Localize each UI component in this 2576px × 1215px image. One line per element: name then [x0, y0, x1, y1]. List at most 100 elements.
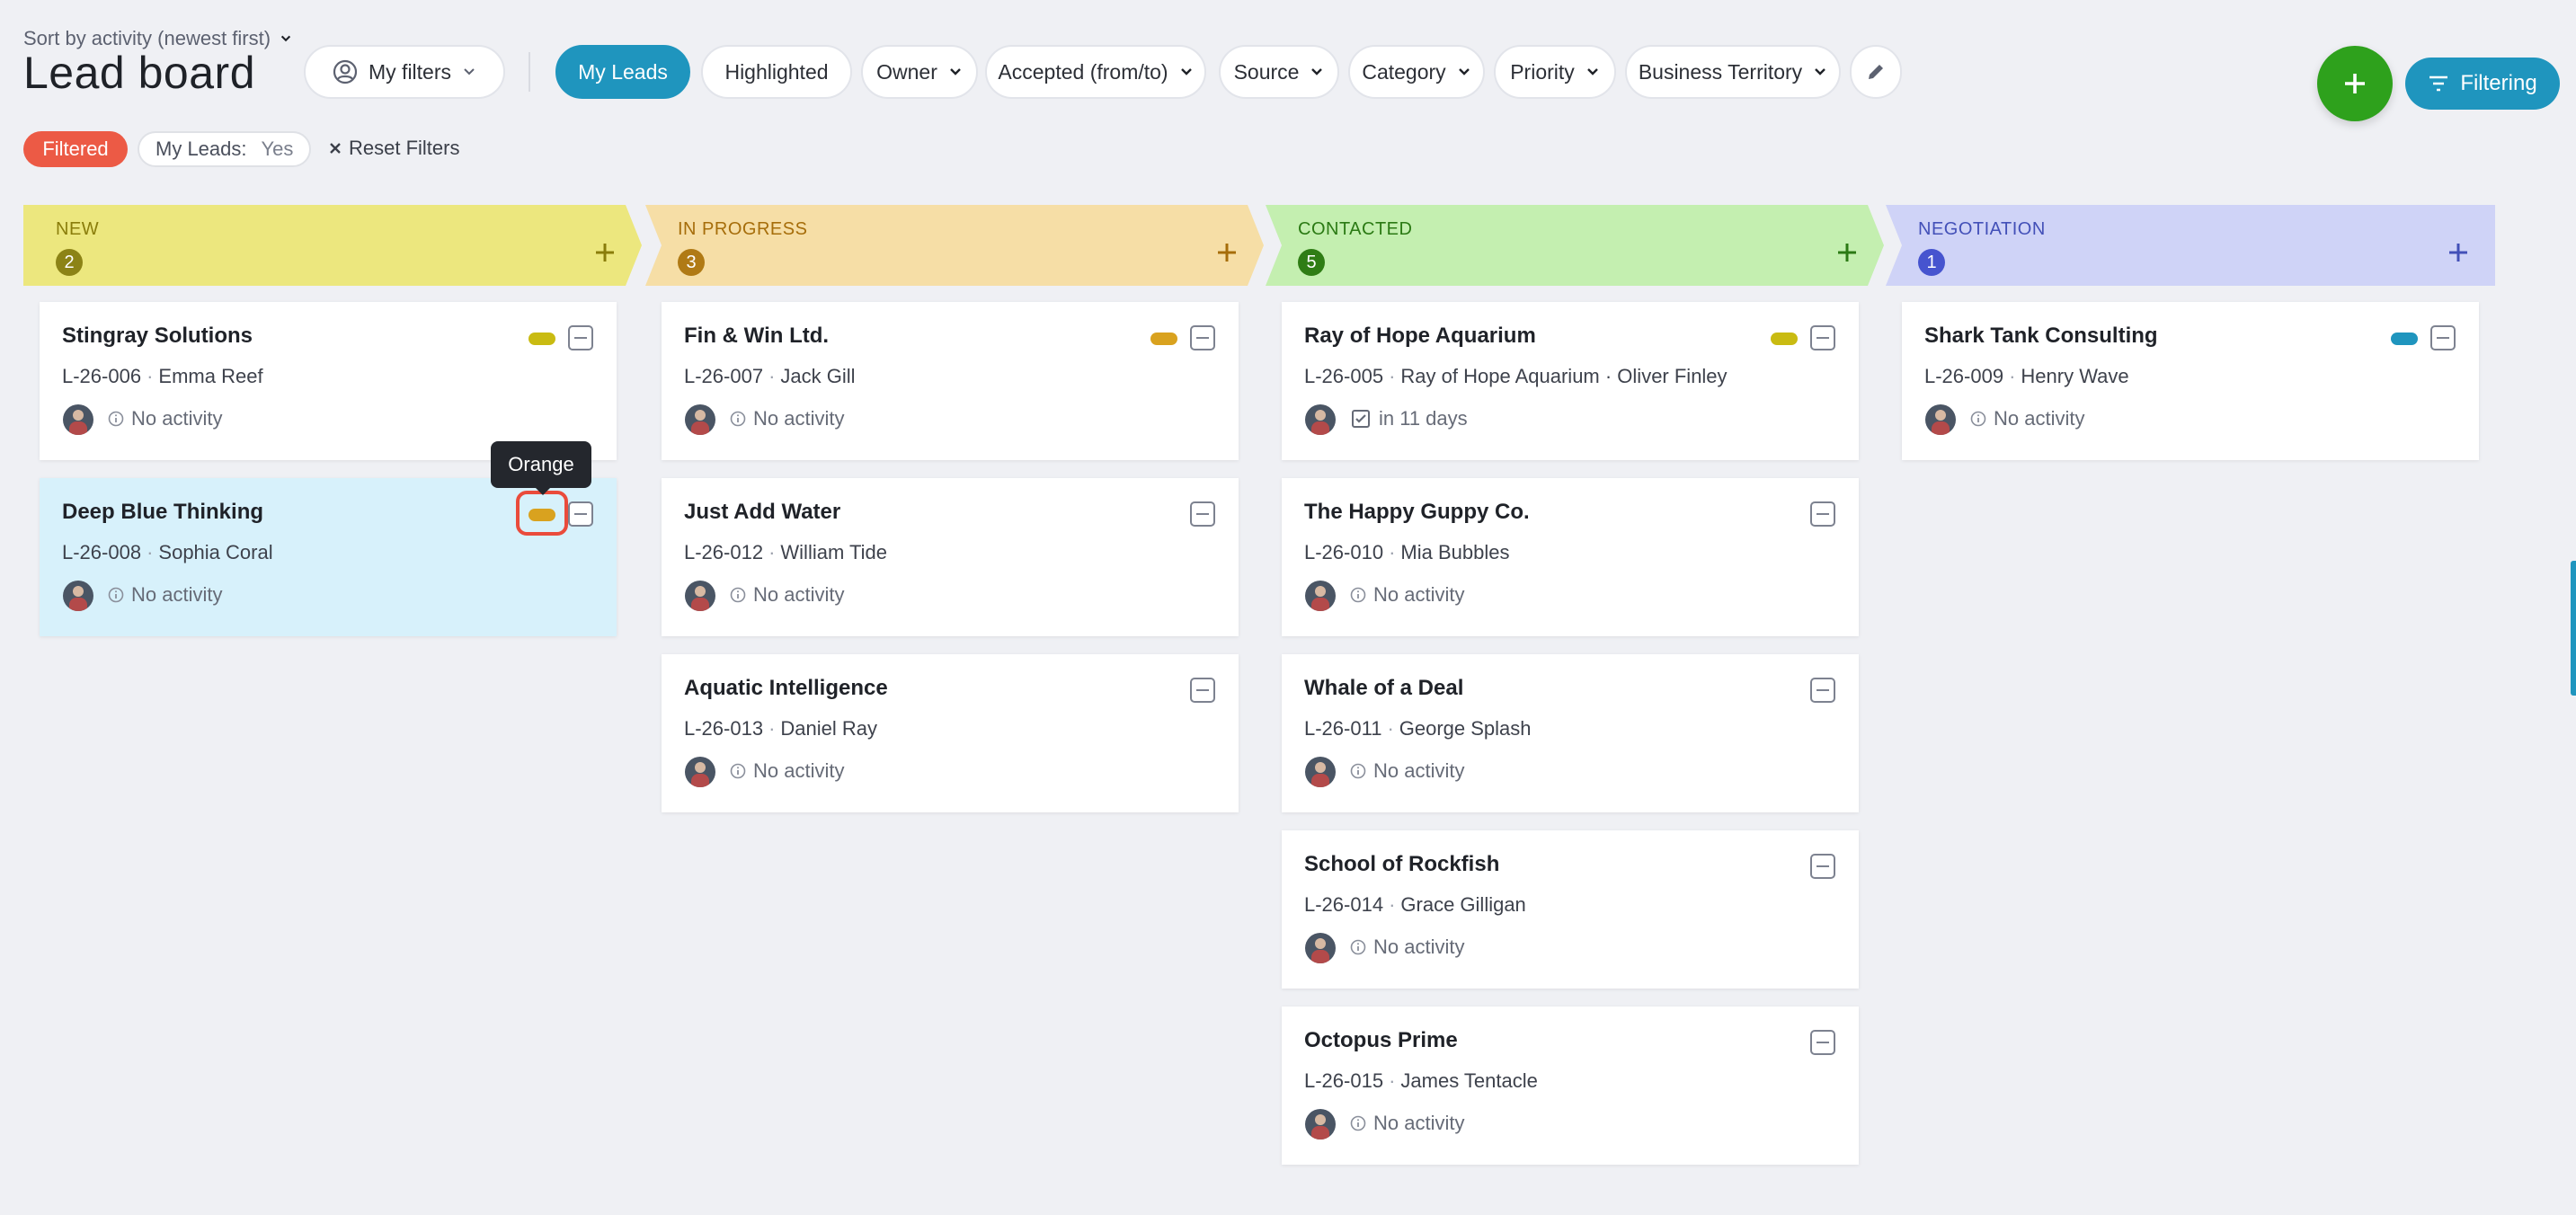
lead-activity: in 11 days [1350, 407, 1468, 430]
color-tag[interactable] [529, 333, 555, 345]
reset-filters-label: Reset Filters [349, 137, 460, 159]
lead-card-title: Ray of Hope Aquarium [1304, 324, 1536, 348]
filter-business-territory-label: Business Territory [1638, 59, 1803, 84]
lead-card[interactable]: Just Add Water L-26-012 · William Tide No ac… [662, 478, 1239, 636]
color-tag[interactable] [1771, 333, 1798, 345]
filter-accepted-label: Accepted (from/to) [998, 59, 1168, 84]
lead-contact: George Splash [1399, 717, 1532, 740]
separator-dot: · [1389, 893, 1396, 916]
collapse-toggle[interactable] [1810, 1030, 1835, 1055]
lead-id: L-26-009 [1924, 365, 2004, 387]
side-panel-handle[interactable] [2571, 561, 2576, 696]
lead-card[interactable]: Aquatic Intelligence L-26-013 · Daniel Ray N… [662, 654, 1239, 812]
collapse-toggle[interactable] [1190, 501, 1215, 527]
lead-card-title: Stingray Solutions [62, 324, 253, 348]
collapse-toggle[interactable] [1810, 854, 1835, 879]
color-tag[interactable] [2391, 333, 2418, 345]
lead-id: L-26-008 [62, 541, 142, 563]
lead-card[interactable]: Octopus Prime L-26-015 · James Tentacle No a… [1282, 1007, 1859, 1165]
separator-dot: · [147, 541, 154, 563]
column-header-negotiation: NEGOTIATION 1 [1886, 205, 2495, 286]
filtered-badge: Filtered [23, 131, 128, 167]
task-check-icon [1352, 410, 1370, 428]
collapse-toggle[interactable] [568, 501, 593, 527]
collapse-toggle[interactable] [1190, 678, 1215, 703]
lead-activity: No activity [108, 583, 222, 607]
toolbar-divider [529, 52, 530, 92]
edit-filters-button[interactable] [1850, 45, 1902, 99]
reset-filters-button[interactable]: Reset Filters [329, 137, 459, 160]
pencil-icon [1869, 65, 1883, 79]
owner-avatar [1305, 757, 1336, 787]
filter-highlighted-button[interactable]: Highlighted [701, 45, 852, 99]
lead-card[interactable]: Shark Tank Consulting L-26-009 · Henry Wave… [1902, 302, 2479, 460]
column-count-badge: 3 [678, 249, 705, 276]
lead-contact: Daniel Ray [780, 717, 878, 740]
lead-card-title: Aquatic Intelligence [684, 676, 888, 700]
lead-card[interactable]: Deep Blue Thinking L-26-008 · Sophia Coral N… [40, 478, 617, 636]
collapse-toggle[interactable] [1810, 325, 1835, 350]
lead-card-meta: L-26-008 · Sophia Coral [62, 541, 273, 564]
filter-priority-dropdown[interactable]: Priority [1494, 45, 1616, 99]
lead-contact: William Tide [780, 541, 887, 563]
separator-dot: · [768, 365, 776, 387]
info-icon [1350, 763, 1366, 779]
add-to-column-plus-icon[interactable] [2448, 243, 2468, 262]
filtering-button[interactable]: Filtering [2405, 58, 2560, 110]
add-lead-button[interactable] [2317, 46, 2393, 121]
color-tag[interactable] [1150, 333, 1177, 345]
filter-source-dropdown[interactable]: Source [1219, 45, 1339, 99]
filter-category-label: Category [1362, 59, 1446, 84]
page-title: Lead board [23, 48, 256, 98]
filter-owner-dropdown[interactable]: Owner [861, 45, 978, 99]
lead-id: L-26-014 [1304, 893, 1384, 916]
info-icon [730, 411, 746, 427]
color-tag[interactable] [529, 509, 555, 521]
lead-card[interactable]: The Happy Guppy Co. L-26-010 · Mia Bubbles N… [1282, 478, 1859, 636]
plus-icon [2345, 74, 2365, 93]
filter-business-territory-dropdown[interactable]: Business Territory [1625, 45, 1841, 99]
column-header-info: NEW 2 [56, 219, 99, 276]
lead-activity-label: No activity [1373, 936, 1465, 958]
lead-card[interactable]: Ray of Hope Aquarium L-26-005 · Ray of Hope… [1282, 302, 1859, 460]
add-to-column-plus-icon[interactable] [1217, 243, 1237, 262]
lead-contact: Mia Bubbles [1400, 541, 1510, 563]
tag-tooltip: Orange [491, 441, 591, 495]
lead-activity-label: No activity [753, 583, 845, 606]
collapse-toggle[interactable] [1810, 678, 1835, 703]
lead-activity-label: No activity [753, 407, 845, 430]
lead-activity: No activity [1350, 759, 1464, 783]
chevron-down-icon [1458, 68, 1470, 75]
filter-accepted-dropdown[interactable]: Accepted (from/to) [985, 45, 1206, 99]
collapse-toggle[interactable] [1810, 501, 1835, 527]
info-icon [108, 587, 124, 603]
filter-my-leads-button[interactable]: My Leads [555, 45, 690, 99]
collapse-toggle[interactable] [2430, 325, 2456, 350]
column-header-info: NEGOTIATION 1 [1918, 219, 2046, 276]
user-circle-icon [333, 59, 358, 84]
lead-card-meta: L-26-005 · Ray of Hope Aquarium · Oliver F… [1304, 365, 1728, 388]
lead-id: L-26-015 [1304, 1069, 1384, 1092]
add-to-column-plus-icon[interactable] [595, 243, 615, 262]
collapse-toggle[interactable] [568, 325, 593, 350]
collapse-toggle[interactable] [1190, 325, 1215, 350]
lead-id: L-26-005 [1304, 365, 1384, 387]
lead-activity: No activity [108, 407, 222, 430]
lead-card-title: The Happy Guppy Co. [1304, 500, 1530, 524]
add-to-column-plus-icon[interactable] [1837, 243, 1857, 262]
my-filters-dropdown[interactable]: My filters [304, 45, 505, 99]
column-header-contacted: CONTACTED 5 [1266, 205, 1884, 286]
owner-avatar [63, 581, 93, 611]
lead-card[interactable]: Stingray Solutions L-26-006 · Emma Reef No a… [40, 302, 617, 460]
lead-activity: No activity [730, 407, 844, 430]
column-count-badge: 1 [1918, 249, 1945, 276]
lead-card[interactable]: Whale of a Deal L-26-011 · George Splash No … [1282, 654, 1859, 812]
filter-category-dropdown[interactable]: Category [1348, 45, 1485, 99]
lead-card-meta: L-26-007 · Jack Gill [684, 365, 856, 388]
lead-card[interactable]: School of Rockfish L-26-014 · Grace Gilliga… [1282, 830, 1859, 989]
lead-activity: No activity [1350, 583, 1464, 607]
active-filter-my-leads-chip[interactable]: My Leads: Yes [138, 131, 312, 167]
lead-card[interactable]: Fin & Win Ltd. L-26-007 · Jack Gill No activ… [662, 302, 1239, 460]
filter-owner-label: Owner [876, 59, 937, 84]
info-icon [1350, 939, 1366, 955]
